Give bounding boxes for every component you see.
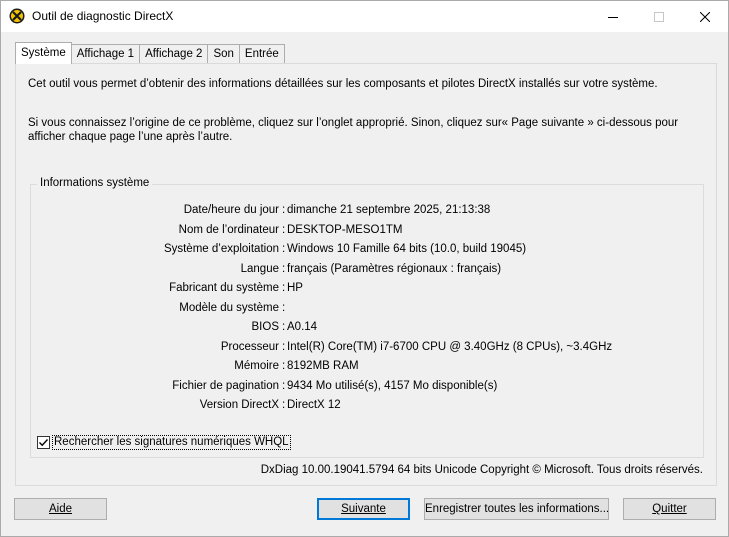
info-colon: :	[282, 340, 286, 353]
tab-systeme[interactable]: Système	[15, 42, 72, 64]
info-row-memory: Mémoire : 8192MB RAM	[31, 360, 703, 376]
info-value: HP	[287, 282, 303, 294]
info-label: Fichier de pagination	[172, 379, 279, 392]
info-colon: :	[282, 399, 286, 411]
info-row-date: Date/heure du jour : dimanche 21 septemb…	[31, 204, 703, 220]
quit-button[interactable]: Quitter	[623, 498, 716, 520]
next-button[interactable]: Suivante	[317, 498, 410, 520]
info-value: DESKTOP-MESO1TM	[287, 223, 403, 236]
info-row-language: Langue : français (Paramètres régionaux …	[31, 263, 703, 279]
help-button-label: Aide	[48, 503, 73, 515]
directx-icon	[9, 8, 25, 24]
info-value: Intel(R) Core(TM) i7-6700 CPU @ 3.40GHz …	[287, 340, 613, 353]
tab-affichage-1[interactable]: Affichage 1	[70, 44, 141, 63]
info-row-bios: BIOS : A0.14	[31, 321, 703, 337]
whql-checkbox-row[interactable]: Rechercher les signatures numériques WHQ…	[37, 434, 291, 450]
whql-checkbox[interactable]	[37, 435, 50, 449]
info-colon: :	[282, 223, 286, 236]
tab-entree[interactable]: Entrée	[238, 44, 285, 63]
close-icon	[700, 11, 710, 22]
save-all-info-button-label: Enregistrer toutes les informations...	[425, 503, 610, 515]
info-label: Nom de l’ordinateur	[178, 223, 279, 236]
info-value: 8192MB RAM	[287, 360, 359, 372]
info-label: BIOS	[251, 321, 279, 333]
maximize-icon	[654, 11, 664, 22]
info-label: Fabricant du système	[169, 282, 279, 294]
info-row-manufacturer: Fabricant du système : HP	[31, 282, 703, 298]
whql-checkbox-label[interactable]: Rechercher les signatures numériques WHQ…	[52, 434, 291, 450]
minimize-button[interactable]	[590, 1, 636, 32]
minimize-icon	[608, 16, 618, 18]
info-label: Version DirectX	[199, 399, 279, 411]
info-value: français (Paramètres régionaux : françai…	[287, 262, 502, 275]
quit-button-label: Quitter	[652, 503, 687, 515]
info-value: Windows 10 Famille 64 bits (10.0, build …	[287, 243, 527, 255]
save-all-info-button[interactable]: Enregistrer toutes les informations...	[424, 498, 609, 520]
info-colon: :	[282, 360, 286, 372]
close-button[interactable]	[682, 1, 728, 32]
info-row-os: Système d’exploitation : Windows 10 Fami…	[31, 243, 703, 259]
info-value: dimanche 21 septembre 2025, 21:13:38	[287, 204, 491, 216]
info-label: Système d’exploitation	[163, 243, 279, 255]
info-colon: :	[282, 282, 286, 294]
system-tab-panel: Cet outil vous permet d’obtenir des info…	[15, 63, 717, 486]
info-colon: :	[282, 379, 286, 392]
info-colon: :	[282, 301, 286, 314]
info-label: Mémoire	[234, 360, 279, 372]
info-colon: :	[282, 262, 286, 275]
info-row-computer-name: Nom de l’ordinateur : DESKTOP-MESO1TM	[31, 224, 703, 240]
intro-text-2: Si vous connaissez l’origine de ce probl…	[28, 117, 679, 143]
checkmark-icon	[39, 438, 49, 446]
window-title: Outil de diagnostic DirectX	[32, 9, 174, 23]
info-label: Langue	[240, 262, 279, 275]
directx-diagnostic-window: Outil de diagnostic DirectX Système Affi…	[0, 0, 729, 537]
help-button[interactable]: Aide	[14, 498, 107, 520]
tab-affichage-2[interactable]: Affichage 2	[139, 44, 209, 63]
copyright-text: DxDiag 10.00.19041.5794 64 bits Unicode …	[260, 464, 703, 476]
info-colon: :	[282, 243, 286, 255]
info-value: 9434 Mo utilisé(s), 4157 Mo disponible(s…	[287, 379, 498, 392]
info-label: Processeur	[220, 340, 279, 353]
title-bar[interactable]: Outil de diagnostic DirectX	[1, 1, 728, 32]
info-colon: :	[282, 204, 286, 216]
info-label: Date/heure du jour	[183, 204, 279, 216]
info-colon: :	[282, 321, 286, 333]
info-label: Modèle du système	[179, 301, 279, 314]
intro-text-1: Cet outil vous permet d’obtenir des info…	[28, 78, 658, 90]
info-value: A0.14	[287, 321, 318, 333]
system-info-group-title: Informations système	[37, 177, 153, 189]
tab-son[interactable]: Son	[207, 44, 240, 63]
system-info-group: Informations système Date/heure du jour …	[30, 177, 704, 458]
maximize-button[interactable]	[636, 1, 682, 32]
info-row-processor: Processeur : Intel(R) Core(TM) i7-6700 C…	[31, 341, 703, 357]
info-row-directx-version: Version DirectX : DirectX 12	[31, 399, 703, 415]
tab-strip: Système Affichage 1 Affichage 2 Son Entr…	[15, 42, 285, 64]
info-row-model: Modèle du système :	[31, 302, 703, 318]
next-button-label: Suivante	[341, 503, 386, 515]
info-row-pagefile: Fichier de pagination : 9434 Mo utilisé(…	[31, 380, 703, 396]
info-value: DirectX 12	[287, 399, 341, 411]
